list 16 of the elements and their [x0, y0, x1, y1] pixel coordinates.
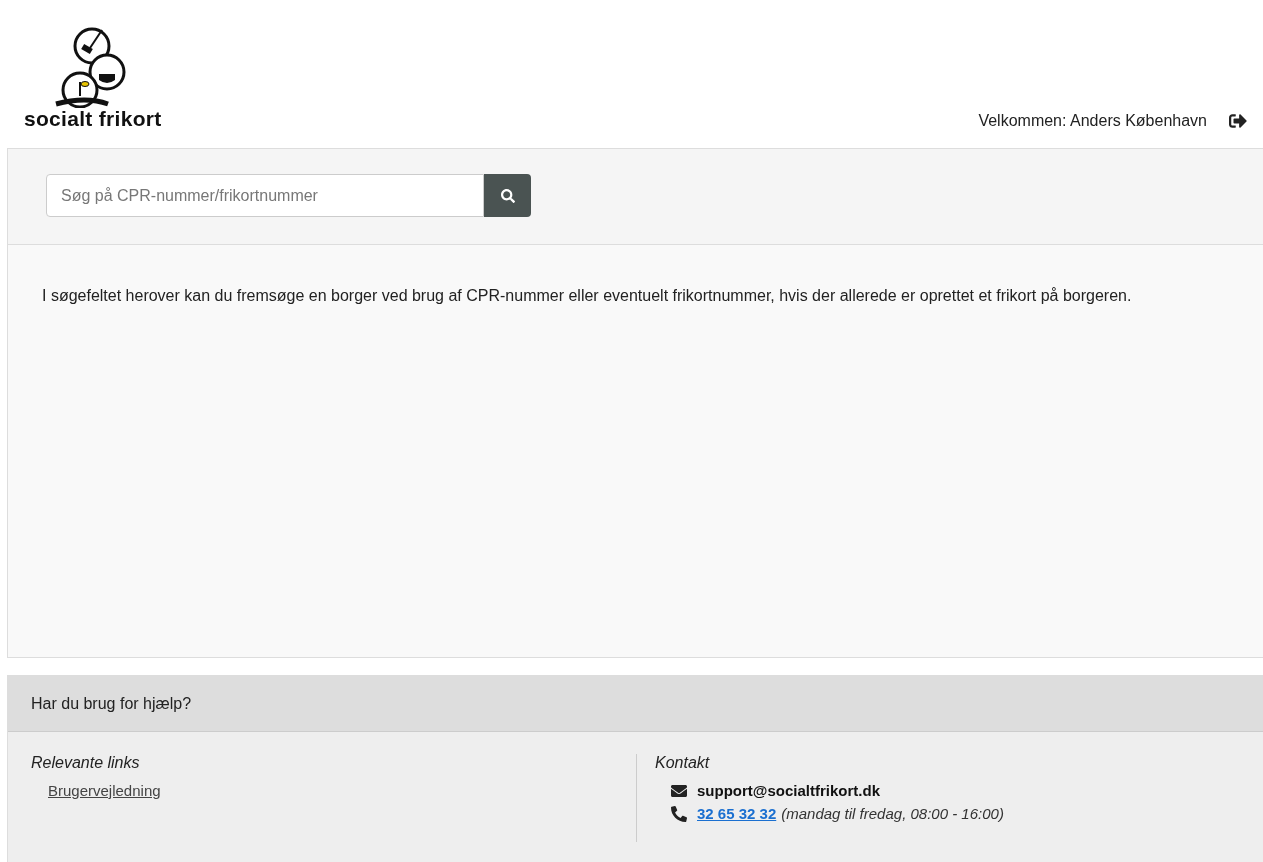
opening-hours: (mandag til fredag, 08:00 - 16:00) — [781, 805, 1004, 822]
contact-heading: Kontakt — [655, 754, 711, 772]
intro-text: I søgefeltet herover kan du fremsøge en borger ved brug af CPR-nummer eller eventuelt frikortnummer, hvis der allerede er oprettet et frikort på borgeren. — [41, 286, 1133, 306]
links-heading: Relevante links — [31, 754, 141, 772]
welcome-text: Velkommen: Anders København — [978, 112, 1207, 130]
phone-link[interactable]: 32 65 32 32 — [697, 805, 777, 822]
phone-icon — [671, 805, 687, 822]
logo-text: socialt frikort — [24, 108, 162, 130]
logout-icon[interactable] — [1229, 112, 1247, 130]
help-title: Har du brug for hjælp? — [31, 694, 192, 713]
envelope-icon — [671, 782, 687, 799]
help-link[interactable]: Brugervejledning — [48, 782, 636, 799]
search-button[interactable] — [484, 174, 531, 217]
support-email: support@socialtfrikort.dk — [697, 782, 880, 799]
search-icon — [500, 188, 515, 203]
search-field[interactable]: Søg på CPR-nummer/frikortnummer — [46, 174, 484, 217]
